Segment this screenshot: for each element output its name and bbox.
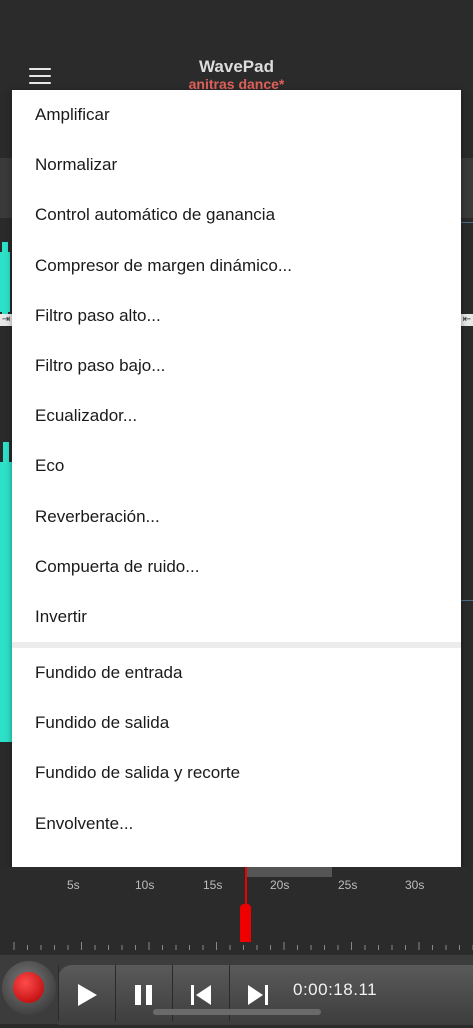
menu-item-equalizer[interactable]: Ecualizador... [12,391,461,441]
track-strip-right [461,158,473,218]
selection-handle-right-icon[interactable]: ⇤ [461,314,473,326]
time-readout: 0:00:18.11 [293,980,378,999]
record-icon [13,972,44,1003]
play-button[interactable] [58,965,115,1021]
track-divider [461,222,473,223]
skip-back-icon [191,985,211,1005]
skip-forward-icon [248,985,268,1005]
menu-item-fade-out-trim[interactable]: Fundido de salida y recorte [12,748,461,798]
menu-item-fade-out[interactable]: Fundido de salida [12,698,461,748]
time-tick-label: 30s [405,878,425,892]
menu-item-echo[interactable]: Eco [12,441,461,491]
time-tick-label: 20s [270,878,290,892]
time-tick-label: 5s [67,878,80,892]
pause-icon [135,985,152,1005]
menu-item-noise-gate[interactable]: Compuerta de ruido... [12,542,461,592]
selection-handle-left-icon[interactable]: ⇥ [0,314,12,326]
menu-item-envelope[interactable]: Envolvente... [12,799,461,849]
menu-item-low-pass[interactable]: Filtro paso bajo... [12,341,461,391]
timeline-scroll-thumb[interactable] [247,867,332,877]
menu-item-auto-gain[interactable]: Control automático de ganancia [12,190,461,240]
record-button[interactable] [0,955,58,1024]
menu-item-amplificar[interactable]: Amplificar [12,90,461,140]
playhead-line [245,867,247,907]
menu-item-compressor[interactable]: Compresor de margen dinámico... [12,241,461,291]
time-tick-label: 15s [203,878,223,892]
play-icon [78,984,97,1006]
track-strip-left [0,158,12,218]
timeline[interactable]: 5s 10s 15s 20s 25s 30s [0,867,473,950]
effects-menu: Amplificar Normalizar Control automático… [12,90,461,867]
time-tick-label: 10s [135,878,155,892]
waveform-left-edge [0,242,12,742]
track-divider [461,600,473,601]
menu-item-invert[interactable]: Invertir [12,592,461,642]
bottom-scrollbar[interactable] [153,1009,321,1015]
menu-item-normalizar[interactable]: Normalizar [12,140,461,190]
menu-item-reverb[interactable]: Reverberación... [12,492,461,542]
time-tick-label: 25s [338,878,358,892]
app-header: WavePad anitras dance* [0,0,473,92]
app-title: WavePad [199,57,274,76]
menu-item-fade-in[interactable]: Fundido de entrada [12,648,461,698]
menu-item-high-pass[interactable]: Filtro paso alto... [12,291,461,341]
